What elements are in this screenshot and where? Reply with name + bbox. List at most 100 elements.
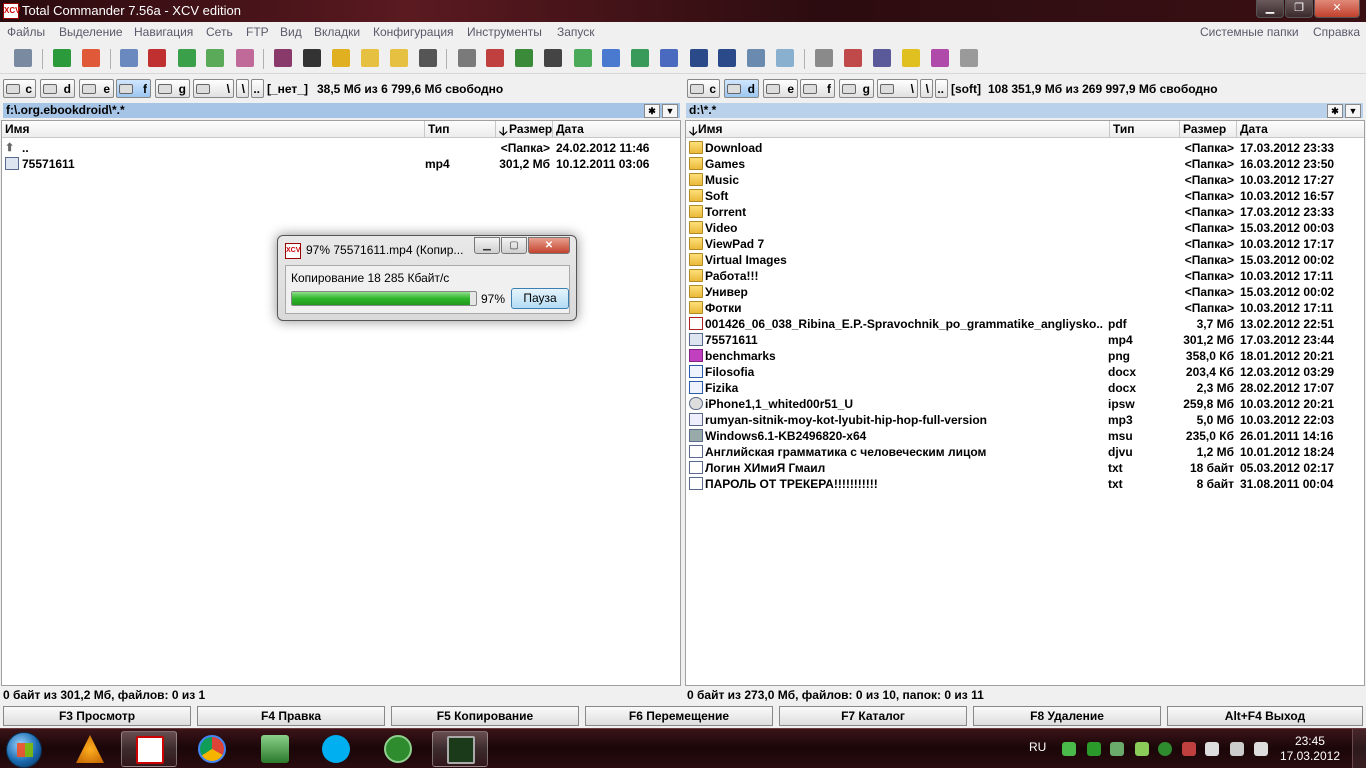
left-file-row[interactable]: 75571611 mp4 301,2 Мб 10.12.2011 03:06 bbox=[2, 156, 680, 172]
right-file-row[interactable]: 001426_06_038_Ribina_E.P.-Spravochnik_po… bbox=[686, 316, 1364, 332]
right-drive-c[interactable]: c bbox=[687, 79, 720, 98]
show-desktop-button[interactable] bbox=[1352, 729, 1366, 768]
right-drive-e[interactable]: e bbox=[763, 79, 798, 98]
power-icon[interactable] bbox=[82, 49, 100, 67]
right-col-name[interactable]: Имя bbox=[698, 122, 723, 136]
f8-delete-button[interactable]: F8 Удаление bbox=[973, 706, 1161, 726]
right-file-row[interactable]: Filosofia docx 203,4 Кб 12.03.2012 03:29 bbox=[686, 364, 1364, 380]
left-drive-f[interactable]: f bbox=[116, 79, 151, 98]
close-button[interactable]: ✕ bbox=[1314, 0, 1360, 18]
left-history-icon[interactable]: ✱ bbox=[644, 104, 660, 118]
task-manager-taskbar-button[interactable] bbox=[432, 731, 488, 767]
tray-chart-icon[interactable] bbox=[1087, 742, 1101, 756]
right-drive-d[interactable]: d bbox=[724, 79, 759, 98]
right-dropdown-icon[interactable]: ▼ bbox=[1345, 104, 1361, 118]
user-icon[interactable] bbox=[960, 49, 978, 67]
font-icon[interactable] bbox=[931, 49, 949, 67]
left-drive-d[interactable]: d bbox=[40, 79, 75, 98]
notepad-icon[interactable] bbox=[574, 49, 592, 67]
left-path-bar[interactable]: f:\.org.ebookdroid\*.* ✱ ▼ bbox=[3, 103, 680, 118]
left-parent-button[interactable]: .. bbox=[251, 79, 264, 98]
chrome-taskbar-button[interactable] bbox=[184, 731, 240, 767]
right-file-row[interactable]: Fizika docx 2,3 Мб 28.02.2012 17:07 bbox=[686, 380, 1364, 396]
left-drive-c[interactable]: c bbox=[3, 79, 36, 98]
left-file-panel[interactable]: Имя Тип 🡣 Размер Дата ⬆.. <Папка> 24.02.20… bbox=[1, 120, 681, 686]
right-file-row[interactable]: Универ <Папка> 15.03.2012 00:02 bbox=[686, 284, 1364, 300]
tray-device-icon[interactable] bbox=[1205, 742, 1219, 756]
drive-icon[interactable] bbox=[206, 49, 224, 67]
right-file-panel[interactable]: 🡣 Имя Тип Размер Дата Download <Папка> 17.… bbox=[685, 120, 1365, 686]
menu-configuration[interactable]: Конфигурация bbox=[373, 25, 454, 39]
language-indicator[interactable]: RU bbox=[1029, 740, 1046, 754]
film2-icon[interactable] bbox=[718, 49, 736, 67]
left-dropdown-icon[interactable]: ▼ bbox=[662, 104, 678, 118]
right-file-row[interactable]: Фотки <Папка> 10.03.2012 17:11 bbox=[686, 300, 1364, 316]
total-commander-taskbar-button[interactable] bbox=[121, 731, 177, 767]
menu-help[interactable]: Справка bbox=[1313, 25, 1360, 39]
globe-icon[interactable] bbox=[747, 49, 765, 67]
right-file-row[interactable]: 75571611 mp4 301,2 Мб 17.03.2012 23:44 bbox=[686, 332, 1364, 348]
right-file-row[interactable]: Soft <Папка> 10.03.2012 16:57 bbox=[686, 188, 1364, 204]
up-dir-icon[interactable] bbox=[14, 49, 32, 67]
aimp-taskbar-button[interactable] bbox=[62, 731, 118, 767]
left-network-root[interactable]: \ bbox=[193, 79, 234, 98]
alt-f4-exit-button[interactable]: Alt+F4 Выход bbox=[1167, 706, 1363, 726]
f6-move-button[interactable]: F6 Перемещение bbox=[585, 706, 773, 726]
skype-taskbar-button[interactable] bbox=[308, 731, 364, 767]
menu-launch[interactable]: Запуск bbox=[557, 25, 595, 39]
unzip-icon[interactable] bbox=[390, 49, 408, 67]
right-history-icon[interactable]: ✱ bbox=[1327, 104, 1343, 118]
right-col-size[interactable]: Размер bbox=[1183, 122, 1226, 136]
right-root-button[interactable]: \ bbox=[920, 79, 933, 98]
right-file-row[interactable]: Windows6.1-KB2496820-x64 msu 235,0 Кб 26.01… bbox=[686, 428, 1364, 444]
tray-network-icon[interactable] bbox=[1230, 742, 1244, 756]
left-col-size[interactable]: Размер bbox=[509, 122, 552, 136]
tray-usb-icon[interactable] bbox=[1110, 742, 1124, 756]
window-icon[interactable] bbox=[602, 49, 620, 67]
f5-copy-button[interactable]: F5 Копирование bbox=[391, 706, 579, 726]
left-root-button[interactable]: \ bbox=[236, 79, 249, 98]
clock[interactable]: 23:45 17.03.2012 bbox=[1280, 734, 1340, 764]
cube-icon[interactable] bbox=[236, 49, 254, 67]
menu-ftp[interactable]: FTP bbox=[246, 25, 269, 39]
right-file-row[interactable]: Torrent <Папка> 17.03.2012 23:33 bbox=[686, 204, 1364, 220]
right-file-row[interactable]: Virtual Images <Папка> 15.03.2012 00:02 bbox=[686, 252, 1364, 268]
excel-icon[interactable] bbox=[631, 49, 649, 67]
menu-view[interactable]: Вид bbox=[280, 25, 302, 39]
menu-selection[interactable]: Выделение bbox=[59, 25, 123, 39]
right-file-row[interactable]: iPhone1,1_whited00r51_U ipsw 259,8 Мб 10.03… bbox=[686, 396, 1364, 412]
delete-tool-icon[interactable] bbox=[844, 49, 862, 67]
dialog-close-button[interactable]: ✕ bbox=[528, 237, 570, 254]
minimize-button[interactable]: ▁ bbox=[1256, 0, 1284, 18]
left-col-name[interactable]: Имя bbox=[5, 122, 30, 136]
pack-icon[interactable] bbox=[120, 49, 138, 67]
utorrent-taskbar-button[interactable] bbox=[370, 731, 426, 767]
shield-icon[interactable] bbox=[332, 49, 350, 67]
right-col-date[interactable]: Дата bbox=[1240, 122, 1268, 136]
tray-utorrent-icon[interactable] bbox=[1158, 742, 1172, 756]
right-file-row[interactable]: benchmarks png 358,0 Кб 18.01.2012 20:21 bbox=[686, 348, 1364, 364]
calculator-icon[interactable] bbox=[776, 49, 794, 67]
left-col-type[interactable]: Тип bbox=[428, 122, 450, 136]
left-col-date[interactable]: Дата bbox=[556, 122, 584, 136]
upx-icon[interactable] bbox=[303, 49, 321, 67]
dialog-maximize-button[interactable]: ▢ bbox=[501, 237, 527, 254]
right-drive-f[interactable]: f bbox=[800, 79, 835, 98]
left-drive-e[interactable]: e bbox=[79, 79, 114, 98]
pause-button[interactable]: Пауза bbox=[511, 288, 569, 309]
right-network-root[interactable]: \ bbox=[877, 79, 918, 98]
f3-view-button[interactable]: F3 Просмотр bbox=[3, 706, 191, 726]
left-file-row[interactable]: ⬆.. <Папка> 24.02.2012 11:46 bbox=[2, 140, 680, 156]
menu-system-folders[interactable]: Системные папки bbox=[1200, 25, 1299, 39]
wrench-icon[interactable] bbox=[815, 49, 833, 67]
network-icon[interactable] bbox=[515, 49, 533, 67]
right-drive-g[interactable]: g bbox=[839, 79, 874, 98]
right-file-row[interactable]: Games <Папка> 16.03.2012 23:50 bbox=[686, 156, 1364, 172]
xcv-small-icon[interactable] bbox=[486, 49, 504, 67]
left-drive-g[interactable]: g bbox=[155, 79, 190, 98]
f4-edit-button[interactable]: F4 Правка bbox=[197, 706, 385, 726]
menu-network[interactable]: Сеть bbox=[206, 25, 233, 39]
zip-icon[interactable] bbox=[361, 49, 379, 67]
right-file-row[interactable]: Download <Папка> 17.03.2012 23:33 bbox=[686, 140, 1364, 156]
f7-mkdir-button[interactable]: F7 Каталог bbox=[779, 706, 967, 726]
